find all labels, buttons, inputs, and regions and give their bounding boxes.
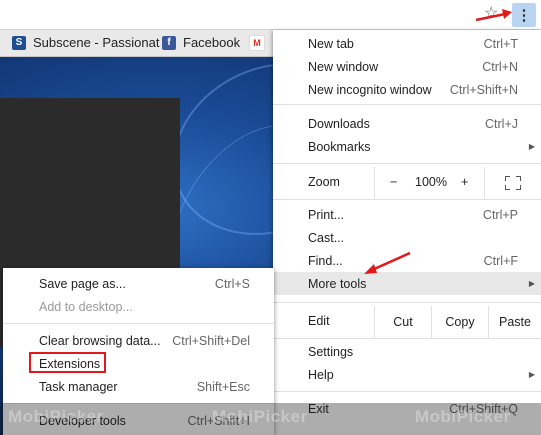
copy-button[interactable]: Copy xyxy=(431,306,488,338)
menu-item-cast[interactable]: Cast... xyxy=(273,226,541,249)
menu-item-label: Print... xyxy=(308,207,345,222)
submenu-item-task-manager[interactable]: Task manager Shift+Esc xyxy=(3,375,274,398)
menu-item-shortcut: Ctrl+P xyxy=(482,207,518,222)
bookmark-star-icon[interactable]: ☆ xyxy=(484,6,498,22)
browser-toolbar: ☆ ⋮ xyxy=(0,0,541,30)
menu-divider xyxy=(273,199,541,200)
menu-zoom-row: Zoom − 100% + xyxy=(273,167,541,199)
submenu-item-label: Save page as... xyxy=(39,276,126,291)
menu-divider xyxy=(273,391,541,392)
menu-item-shortcut: Ctrl+T xyxy=(483,36,518,51)
zoom-level: 100% xyxy=(415,175,447,189)
menu-item-label: Find... xyxy=(308,253,343,268)
bookmark-label: Subscene - Passionat xyxy=(33,35,160,50)
menu-item-shortcut: Ctrl+F xyxy=(483,253,518,268)
menu-item-label: Help xyxy=(308,367,334,382)
submenu-arrow-icon: ▶ xyxy=(528,279,535,288)
gmail-favicon-icon: M xyxy=(249,35,265,51)
extensions-highlight-box xyxy=(29,352,106,373)
menu-item-new-window[interactable]: New window Ctrl+N xyxy=(273,55,541,78)
submenu-item-clear-browsing-data[interactable]: Clear browsing data... Ctrl+Shift+Del xyxy=(3,329,274,352)
menu-item-shortcut: Ctrl+Shift+N xyxy=(449,82,518,97)
submenu-arrow-icon: ▶ xyxy=(528,370,535,379)
edit-label: Edit xyxy=(308,314,330,328)
zoom-label: Zoom xyxy=(308,175,340,189)
submenu-divider xyxy=(3,323,274,324)
menu-item-new-incognito-window[interactable]: New incognito window Ctrl+Shift+N xyxy=(273,78,541,101)
fullscreen-icon[interactable] xyxy=(505,176,521,190)
menu-item-label: New incognito window xyxy=(308,82,432,97)
submenu-item-shortcut: Ctrl+Shift+Del xyxy=(172,333,250,348)
subscene-favicon-icon: S xyxy=(12,35,26,50)
menu-divider xyxy=(273,338,541,339)
watermark-text: MobiPicker xyxy=(8,407,104,426)
bookmark-subscene[interactable]: S Subscene - Passionat xyxy=(12,35,172,50)
menu-item-shortcut: Ctrl+N xyxy=(482,59,518,74)
menu-item-print[interactable]: Print... Ctrl+P xyxy=(273,203,541,226)
submenu-arrow-icon: ▶ xyxy=(528,142,535,151)
submenu-item-shortcut: Shift+Esc xyxy=(196,379,250,394)
menu-item-label: New tab xyxy=(308,36,354,51)
watermark-text: MobiPicker xyxy=(212,407,308,426)
submenu-item-label: Clear browsing data... xyxy=(39,333,161,348)
zoom-out-button[interactable]: − xyxy=(390,175,397,189)
menu-item-more-tools[interactable]: More tools ▶ xyxy=(273,272,541,295)
bookmark-facebook[interactable]: f Facebook xyxy=(162,35,240,50)
submenu-item-shortcut: Ctrl+S xyxy=(214,276,250,291)
menu-item-label: Settings xyxy=(308,344,354,359)
menu-item-label: New window xyxy=(308,59,379,74)
chrome-main-menu: New tab Ctrl+T New window Ctrl+N New inc… xyxy=(273,30,541,435)
menu-divider xyxy=(273,163,541,164)
paste-button[interactable]: Paste xyxy=(488,306,541,338)
bookmark-gmail[interactable]: M xyxy=(249,35,272,51)
menu-item-help[interactable]: Help ▶ xyxy=(273,363,541,386)
menu-item-label: Bookmarks xyxy=(308,139,371,154)
zoom-in-button[interactable]: + xyxy=(461,175,468,189)
menu-item-downloads[interactable]: Downloads Ctrl+J xyxy=(273,112,541,135)
menu-item-new-tab[interactable]: New tab Ctrl+T xyxy=(273,32,541,55)
vertical-dots-icon: ⋮ xyxy=(516,6,532,24)
menu-item-label: Cast... xyxy=(308,230,345,245)
menu-item-settings[interactable]: Settings xyxy=(273,340,541,363)
menu-item-label: Downloads xyxy=(308,116,370,131)
menu-divider xyxy=(273,302,541,303)
cut-button[interactable]: Cut xyxy=(374,306,431,338)
submenu-item-label: Task manager xyxy=(39,379,118,394)
menu-divider xyxy=(273,104,541,105)
menu-item-label: More tools xyxy=(308,276,367,291)
bookmark-label: Facebook xyxy=(183,35,241,50)
menu-item-find[interactable]: Find... Ctrl+F xyxy=(273,249,541,272)
submenu-item-add-to-desktop[interactable]: Add to desktop... xyxy=(3,295,274,318)
menu-item-bookmarks[interactable]: Bookmarks ▶ xyxy=(273,135,541,158)
menu-item-shortcut: Ctrl+J xyxy=(485,116,518,131)
menu-edit-row: Edit Cut Copy Paste xyxy=(273,306,541,338)
watermark-text: MobiPicker xyxy=(415,407,511,426)
submenu-item-label: Add to desktop... xyxy=(39,299,133,314)
chrome-menu-button[interactable]: ⋮ xyxy=(512,3,536,27)
submenu-item-save-page[interactable]: Save page as... Ctrl+S xyxy=(3,272,274,295)
facebook-favicon-icon: f xyxy=(162,35,176,50)
